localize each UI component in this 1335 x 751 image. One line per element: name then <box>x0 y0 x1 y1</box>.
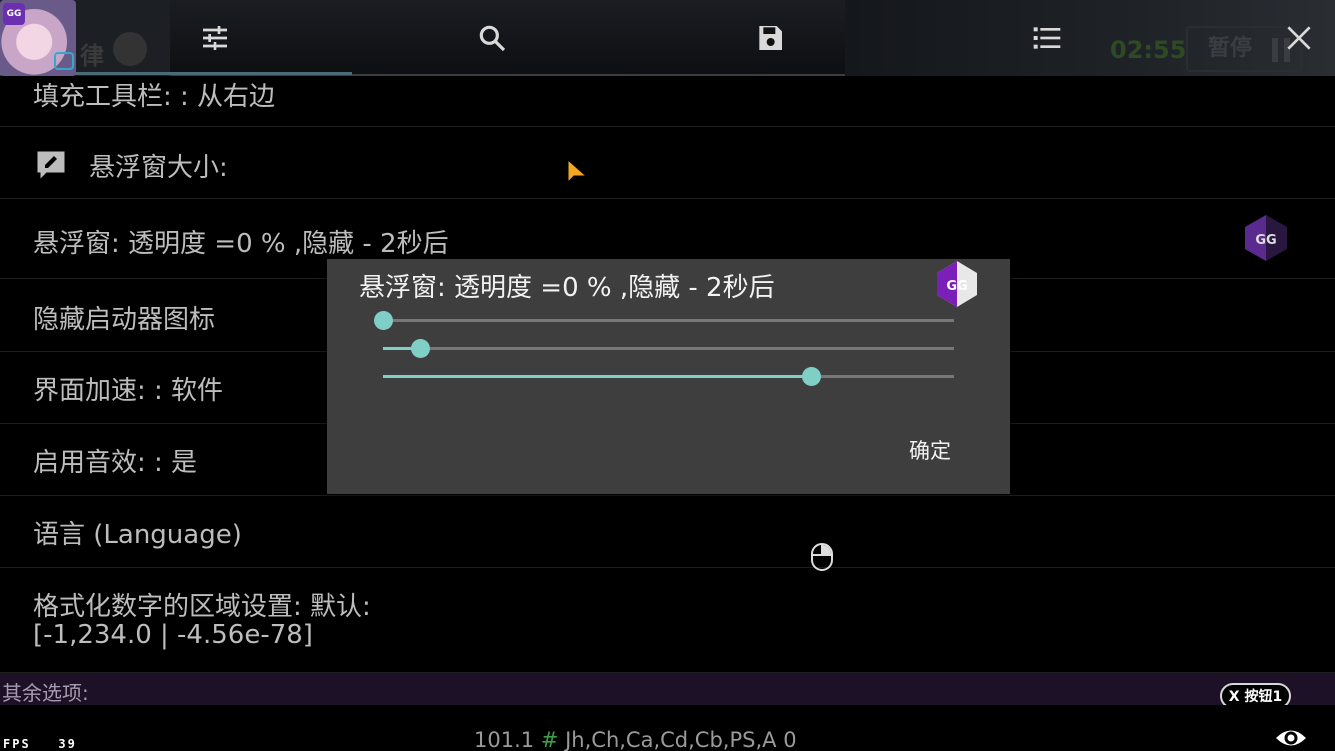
setting-label: 填充工具栏: : 从右边 <box>33 82 276 112</box>
slider-fill <box>383 375 812 378</box>
setting-language[interactable]: 语言 (Language) <box>0 496 1335 568</box>
game-overlay-circle <box>113 32 147 66</box>
status-regions: Jh,Ch,Ca,Cd,Cb,PS,A <box>565 728 777 751</box>
eye-icon[interactable] <box>1274 725 1308 751</box>
dialog-slider-1[interactable] <box>374 310 954 330</box>
setting-label: 悬浮窗大小: <box>89 153 228 183</box>
svg-text:GG: GG <box>1255 233 1276 248</box>
setting-floating-window-size[interactable]: 悬浮窗大小: <box>0 127 1335 199</box>
slider-thumb[interactable] <box>374 311 393 330</box>
status-count: 0 <box>783 728 797 751</box>
status-value: 101.1 <box>474 728 535 751</box>
list-icon[interactable] <box>1029 20 1065 56</box>
setting-sublabel: [-1,234.0 | -4.56e-78] <box>33 620 313 650</box>
setting-label: 语言 (Language) <box>33 520 242 550</box>
gg-logo-icon: GG <box>1245 215 1287 261</box>
dialog-slider-3[interactable] <box>383 366 954 386</box>
robot-icon <box>54 52 74 70</box>
slider-thumb[interactable] <box>802 367 822 386</box>
status-hash: # <box>540 728 559 751</box>
bottom-status-bar: FPS 39 101.1 # Jh,Ch,Ca,Cd,Cb,PS,A 0 <box>0 705 1335 751</box>
setting-label: 启用音效: : 是 <box>33 448 198 478</box>
setting-label: 界面加速: : 软件 <box>33 376 224 406</box>
setting-fill-toolbar[interactable]: 填充工具栏: : 从右边 <box>0 78 1335 127</box>
setting-label: 隐藏启动器图标 <box>33 305 216 335</box>
dialog-slider-2[interactable] <box>383 338 954 358</box>
svg-text:GG: GG <box>946 279 967 294</box>
mouse-icon <box>811 543 833 571</box>
save-icon[interactable] <box>752 20 788 56</box>
search-icon[interactable] <box>474 20 510 56</box>
gg-logo-icon: GG <box>3 3 25 25</box>
close-icon[interactable] <box>1281 20 1317 56</box>
game-overlay-text: 律 <box>80 42 104 70</box>
setting-number-locale[interactable]: 格式化数字的区域设置: 默认: [-1,234.0 | -4.56e-78] <box>0 568 1335 673</box>
ok-button[interactable]: 确定 <box>909 435 951 465</box>
app-avatar[interactable]: GG <box>0 0 76 76</box>
game-timer: 02:55 <box>1110 36 1187 64</box>
section-header-label: 其余选项: <box>2 681 89 705</box>
setting-label: 悬浮窗: 透明度 =0 % ,隐藏 - 2秒后 <box>33 229 449 259</box>
setting-label: 格式化数字的区域设置: 默认: <box>33 592 371 622</box>
game-pause-label: 暂停 <box>1208 36 1253 61</box>
resize-message-icon <box>37 151 65 179</box>
status-text: 101.1 # Jh,Ch,Ca,Cd,Cb,PS,A 0 <box>474 728 797 751</box>
sliders-icon[interactable] <box>197 20 233 56</box>
transparency-dialog: 悬浮窗: 透明度 =0 % ,隐藏 - 2秒后 GG 确定 <box>327 259 1010 494</box>
top-toolbar: 律 02:55 暂停 GG <box>0 0 1335 76</box>
pointer-cursor-icon <box>567 158 588 184</box>
fps-counter: FPS 39 <box>3 737 77 751</box>
gg-logo-icon: GG <box>937 261 977 307</box>
section-header-other-options: 其余选项: <box>0 673 1335 705</box>
dialog-title: 悬浮窗: 透明度 =0 % ,隐藏 - 2秒后 <box>359 273 775 303</box>
slider-thumb[interactable] <box>411 339 431 358</box>
